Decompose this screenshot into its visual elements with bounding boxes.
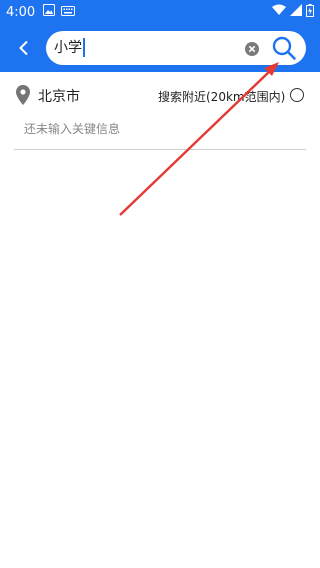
empty-hint: 还未输入关键信息 — [24, 122, 121, 136]
search-icon — [272, 36, 296, 60]
back-button[interactable] — [10, 34, 38, 62]
clear-icon — [245, 42, 259, 56]
divider — [14, 149, 306, 150]
text-caret — [83, 38, 85, 57]
search-box[interactable]: 小学 — [46, 31, 306, 65]
status-bar: 4:00 — [0, 0, 320, 24]
nearby-search-label[interactable]: 搜索附近(20km范围内) — [158, 88, 285, 105]
location-pin-icon — [16, 85, 30, 105]
search-button[interactable] — [271, 35, 297, 61]
status-time: 4:00 — [6, 4, 36, 20]
city-selector[interactable]: 北京市 — [38, 86, 80, 106]
nearby-search-radio[interactable] — [290, 88, 304, 102]
keyboard-icon — [61, 5, 76, 20]
image-icon — [43, 4, 56, 20]
location-row: 北京市 搜索附近(20km范围内) — [0, 72, 320, 116]
chevron-left-icon — [19, 40, 28, 56]
status-right — [268, 3, 314, 21]
search-input[interactable]: 小学 — [54, 39, 82, 57]
wifi-icon — [272, 4, 286, 20]
search-app-bar: 小学 — [0, 24, 320, 72]
battery-icon — [306, 3, 314, 21]
signal-icon — [290, 4, 302, 20]
clear-button[interactable] — [245, 41, 259, 56]
